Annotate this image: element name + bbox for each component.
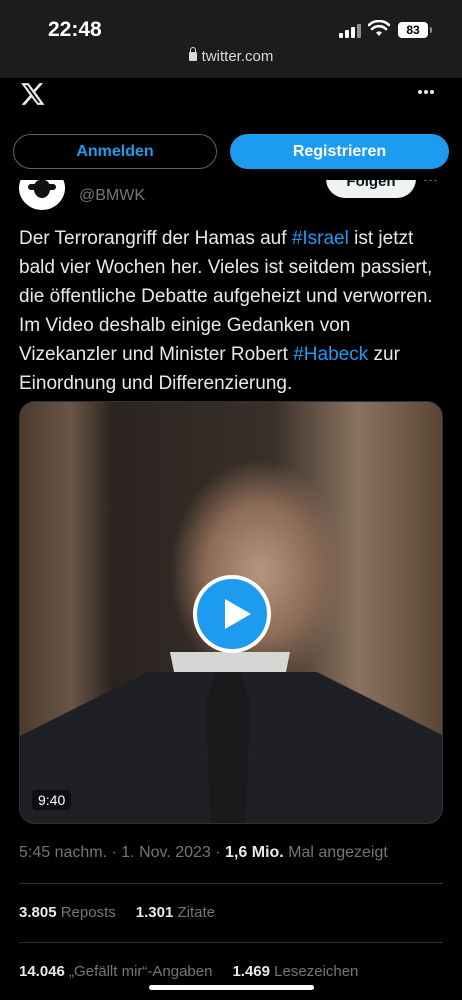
stats-row-likes: 14.046 „Gefällt mir“-Angaben 1.469 Leseze…: [19, 963, 358, 980]
quotes-label: Zitate: [173, 904, 215, 921]
meta-separator: ·: [210, 844, 226, 861]
home-indicator[interactable]: [149, 985, 314, 990]
play-icon[interactable]: [193, 575, 271, 653]
lock-icon: [188, 47, 197, 61]
bookmarks-count: 1.469: [232, 963, 270, 980]
tweet-meta: 5:45 nachm. · 1. Nov. 2023 · 1,6 Mio. Ma…: [19, 844, 388, 862]
video-duration: 9:40: [32, 790, 72, 810]
tweet-time[interactable]: 5:45 nachm.: [19, 844, 107, 861]
video-player[interactable]: 9:40: [19, 401, 443, 824]
more-horizontal-icon[interactable]: [418, 90, 440, 96]
tweet-handle[interactable]: @BMWK: [79, 187, 145, 205]
url-text: twitter.com: [201, 48, 274, 65]
stats-row-reposts: 3.805 Reposts 1.301 Zitate: [19, 904, 215, 921]
likes-count: 14.046: [19, 963, 65, 980]
wifi-icon: [368, 20, 390, 36]
hashtag-habeck-link[interactable]: #Habeck: [293, 344, 368, 365]
status-time: 22:48: [48, 18, 102, 41]
bookmarks-stat[interactable]: 1.469 Lesezeichen: [232, 963, 358, 980]
reposts-label: Reposts: [56, 904, 116, 921]
signup-button[interactable]: Registrieren: [230, 134, 449, 169]
quotes-count: 1.301: [135, 904, 174, 921]
video-frame-tie: [206, 672, 250, 823]
tweet-date[interactable]: 1. Nov. 2023: [121, 844, 211, 861]
divider: [19, 883, 443, 884]
quotes-stat[interactable]: 1.301 Zitate: [136, 904, 215, 921]
divider: [19, 942, 443, 943]
cellular-signal-icon: [339, 24, 361, 38]
status-bar: 22:48 83 twitter.com: [0, 0, 462, 78]
view-count-label: Mal angezeigt: [283, 844, 388, 861]
tweet-text: Der Terrorangriff der Hamas auf #Israel …: [19, 224, 449, 398]
reposts-stat[interactable]: 3.805 Reposts: [19, 904, 116, 921]
view-count: 1,6 Mio.: [225, 844, 284, 861]
auth-bar: Anmelden Registrieren: [0, 124, 462, 180]
bookmarks-label: Lesezeichen: [270, 963, 359, 980]
likes-label: „Gefällt mir“-Angaben: [64, 963, 213, 980]
tweet-text-part: Der Terrorangriff der Hamas auf: [19, 228, 292, 249]
x-logo-icon[interactable]: [18, 82, 46, 106]
reposts-count: 3.805: [19, 904, 57, 921]
login-button[interactable]: Anmelden: [13, 134, 217, 169]
likes-stat[interactable]: 14.046 „Gefällt mir“-Angaben: [19, 963, 212, 980]
battery-icon: 83: [398, 22, 432, 38]
address-bar[interactable]: twitter.com: [0, 47, 462, 65]
hashtag-israel-link[interactable]: #Israel: [292, 228, 349, 249]
meta-separator: ·: [107, 844, 122, 861]
